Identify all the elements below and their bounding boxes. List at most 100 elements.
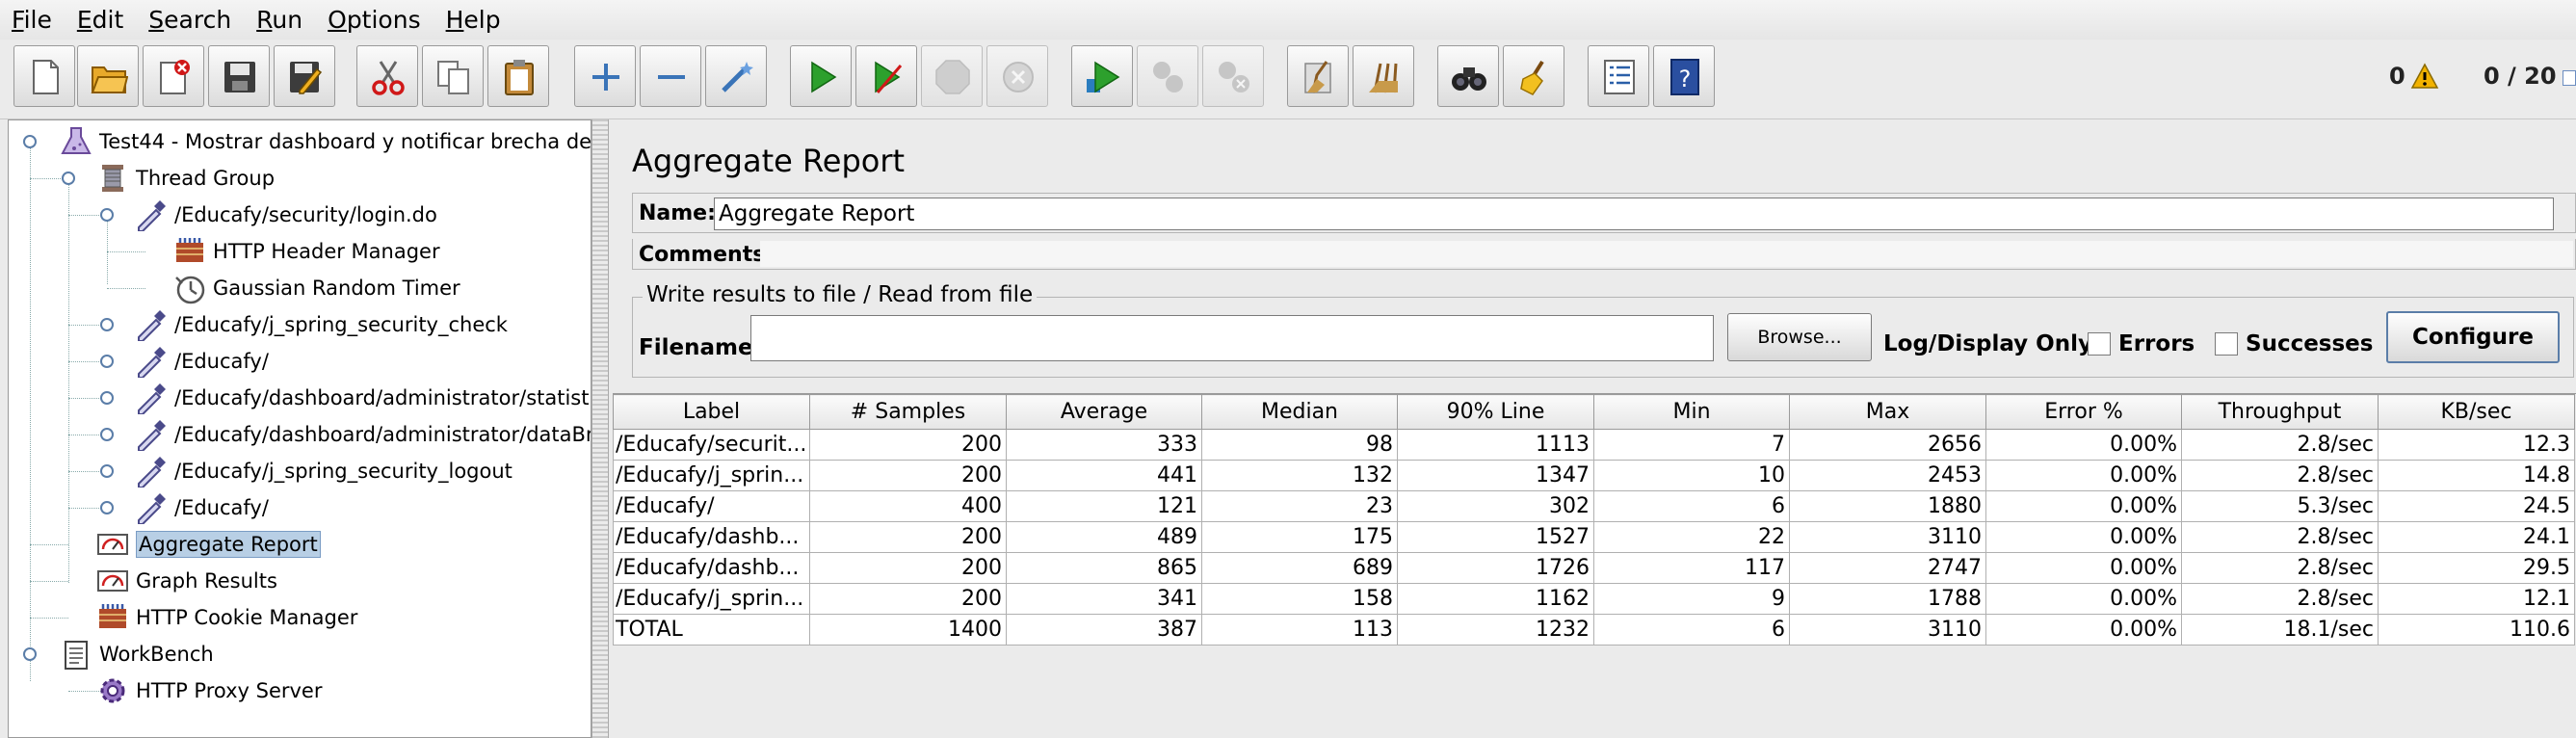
table-row[interactable]: /Educafy/dashb... 200 489 175 1527 22 3110 0.00… xyxy=(613,521,2575,553)
tree-node-thread-group[interactable]: Thread Group xyxy=(95,161,275,196)
clear-all-button[interactable] xyxy=(1353,45,1414,107)
total-row[interactable]: TOTAL 1400 387 113 1232 6 3110 0.00% 18.1/sec 110… xyxy=(613,614,2575,646)
tree-node-label: /Educafy/dashboard/administrator/dataBre… xyxy=(174,423,591,446)
menu-edit[interactable]: Edit xyxy=(77,6,123,34)
toggle-button[interactable] xyxy=(705,45,767,107)
name-field[interactable] xyxy=(714,198,2554,230)
column-header[interactable]: Min xyxy=(1593,394,1790,430)
new-button[interactable] xyxy=(13,45,75,107)
help-button[interactable]: ? xyxy=(1653,45,1715,107)
expand-all-button[interactable] xyxy=(574,45,636,107)
reset-search-button[interactable] xyxy=(1503,45,1564,107)
filename-field[interactable] xyxy=(750,315,1714,361)
table-row[interactable]: /Educafy/j_sprin... 200 441 132 1347 10 2453 0.… xyxy=(613,460,2575,491)
tree-toggle-statistics[interactable] xyxy=(100,391,114,405)
table-cell: 6 xyxy=(1593,614,1790,646)
column-header[interactable]: Median xyxy=(1201,394,1398,430)
remote-shutdown-all-button[interactable] xyxy=(1202,45,1264,107)
table-cell: 132 xyxy=(1201,460,1398,491)
tree-toggle-root[interactable] xyxy=(23,135,37,148)
log-viewer-toggle[interactable] xyxy=(2563,70,2576,86)
tree-toggle-workbench[interactable] xyxy=(23,647,37,661)
table-row[interactable]: /Educafy/dashb... 200 865 689 1726 117 2747 0.0… xyxy=(613,552,2575,584)
column-header[interactable]: KB/sec xyxy=(2378,394,2575,430)
start-button[interactable] xyxy=(790,45,852,107)
column-header[interactable]: 90% Line xyxy=(1397,394,1594,430)
tree-node-header-manager[interactable]: HTTP Header Manager xyxy=(172,234,440,269)
menu-file-mnemonic: F xyxy=(12,6,24,34)
table-cell: 0.00% xyxy=(1985,460,2182,491)
menu-run[interactable]: Run xyxy=(256,6,302,34)
menu-options[interactable]: Options xyxy=(328,6,420,34)
tree-toggle-educafy[interactable] xyxy=(100,355,114,368)
plus-icon xyxy=(592,64,619,91)
cut-button[interactable] xyxy=(356,45,418,107)
collapse-all-button[interactable] xyxy=(640,45,701,107)
tree-node-login[interactable]: /Educafy/security/login.do xyxy=(134,198,437,232)
configure-button[interactable]: Configure xyxy=(2386,311,2560,363)
column-header[interactable]: Error % xyxy=(1985,394,2182,430)
save-disk-icon xyxy=(224,62,255,92)
comments-field[interactable] xyxy=(760,241,2573,267)
tree-hline xyxy=(30,581,68,582)
table-row[interactable]: /Educafy/j_sprin... 200 341 158 1162 9 1788 0.0… xyxy=(613,583,2575,615)
stop-button[interactable] xyxy=(921,45,983,107)
tree-toggle-educafy-2[interactable] xyxy=(100,501,114,514)
close-button[interactable] xyxy=(143,45,204,107)
table-cell: 0.00% xyxy=(1985,521,2182,553)
remote-play-icon xyxy=(1087,61,1120,93)
table-cell: 3110 xyxy=(1789,521,1986,553)
tree-toggle-spring-check[interactable] xyxy=(100,318,114,331)
paste-button[interactable] xyxy=(487,45,549,107)
menu-help[interactable]: Help xyxy=(446,6,501,34)
tree-node-graph-results[interactable]: Graph Results xyxy=(95,564,277,598)
log-display-label: Log/Display Only: xyxy=(1883,331,2102,356)
remote-start-all-button[interactable] xyxy=(1071,45,1133,107)
pipette-sampler-icon xyxy=(134,417,169,452)
tree-node-proxy-server[interactable]: HTTP Proxy Server xyxy=(95,673,322,708)
copy-button[interactable] xyxy=(422,45,484,107)
tree-node-logout[interactable]: /Educafy/j_spring_security_logout xyxy=(134,454,513,488)
shutdown-button[interactable] xyxy=(986,45,1048,107)
tree-node-spring-check[interactable]: /Educafy/j_spring_security_check xyxy=(134,307,508,342)
errors-checkbox[interactable] xyxy=(2088,332,2111,356)
table-row[interactable]: /Educafy/400 121 23 302 6 1880 0.00% 5.3/sec 24.… xyxy=(613,490,2575,522)
panel-splitter[interactable] xyxy=(591,119,609,738)
tree-node-cookie-manager[interactable]: HTTP Cookie Manager xyxy=(95,600,357,635)
column-header[interactable]: Max xyxy=(1789,394,1986,430)
remote-stop-all-button[interactable] xyxy=(1137,45,1198,107)
active-threads: 0 / 20 xyxy=(2484,63,2557,90)
column-header[interactable]: Average xyxy=(1006,394,1202,430)
save-button[interactable] xyxy=(208,45,270,107)
menu-options-mnemonic: O xyxy=(328,6,347,34)
tree-node-statistics[interactable]: /Educafy/dashboard/administrator/statist… xyxy=(134,381,591,415)
tree-node-test-plan[interactable]: Test44 - Mostrar dashboard y notificar b… xyxy=(59,124,591,159)
tree-toggle-logout[interactable] xyxy=(100,464,114,478)
search-button[interactable] xyxy=(1437,45,1499,107)
tree-node-databreach[interactable]: /Educafy/dashboard/administrator/dataBre… xyxy=(134,417,591,452)
tree-toggle-login[interactable] xyxy=(100,208,114,222)
function-helper-button[interactable] xyxy=(1588,45,1649,107)
warning-icon[interactable] xyxy=(2410,63,2439,90)
tree-node-educafy-2[interactable]: /Educafy/ xyxy=(134,490,269,525)
column-header[interactable]: Label xyxy=(613,394,810,430)
column-header[interactable]: Throughput xyxy=(2181,394,2379,430)
tree-toggle-databreach[interactable] xyxy=(100,428,114,441)
clear-button[interactable] xyxy=(1287,45,1349,107)
menu-file[interactable]: File xyxy=(12,6,52,34)
tree-node-educafy[interactable]: /Educafy/ xyxy=(134,344,269,379)
tree-node-aggregate-report[interactable]: Aggregate Report xyxy=(95,527,321,562)
save-as-button[interactable] xyxy=(274,45,335,107)
open-button[interactable] xyxy=(77,45,139,107)
table-row[interactable]: /Educafy/securit... 200 333 98 1113 7 2656 0.00… xyxy=(613,429,2575,461)
start-no-pauses-button[interactable] xyxy=(855,45,917,107)
successes-checkbox[interactable] xyxy=(2215,332,2238,356)
tree-toggle-threadgroup[interactable] xyxy=(62,171,75,185)
browse-button[interactable]: Browse... xyxy=(1727,313,1872,361)
tree-node-workbench[interactable]: WorkBench xyxy=(59,637,214,672)
column-header[interactable]: # Samples xyxy=(809,394,1007,430)
tree-node-label: HTTP Proxy Server xyxy=(136,679,323,702)
table-cell: 200 xyxy=(809,583,1007,615)
tree-node-timer[interactable]: Gaussian Random Timer xyxy=(172,271,460,305)
menu-search[interactable]: Search xyxy=(148,6,231,34)
